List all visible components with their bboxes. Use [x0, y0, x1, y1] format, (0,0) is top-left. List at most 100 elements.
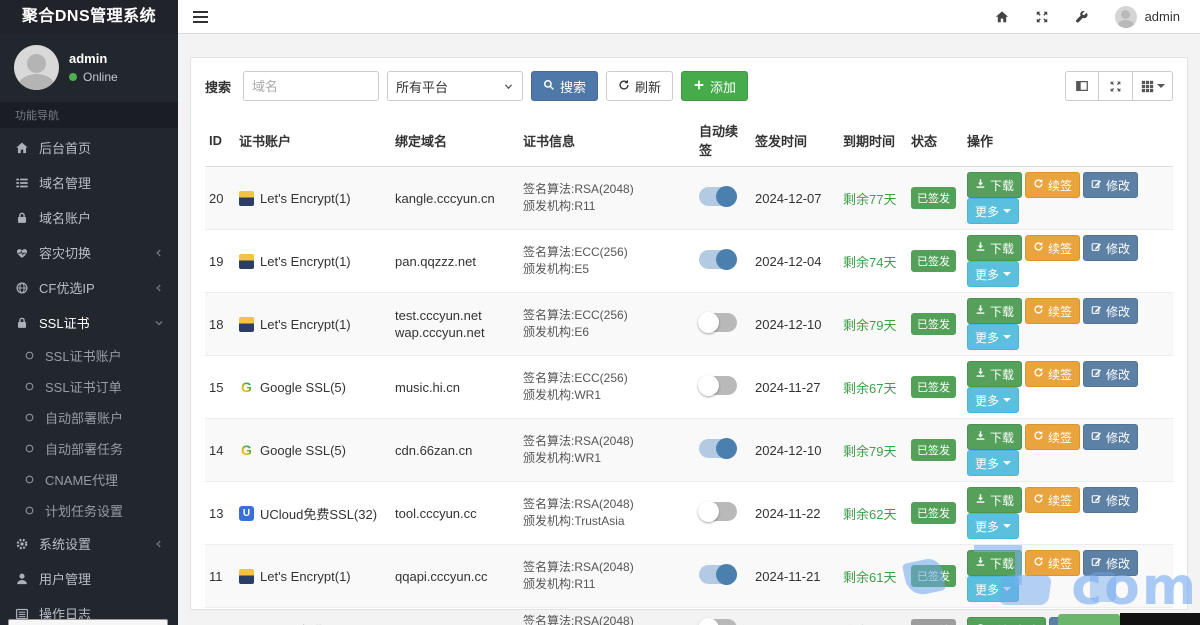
download-action-button[interactable]: 下载 [967, 172, 1023, 198]
edit-action-button[interactable]: 修改 [1083, 550, 1139, 576]
auto-renew-toggle[interactable] [698, 618, 737, 625]
edit-action-label: 修改 [1106, 367, 1131, 382]
status-badge: 已签发 [911, 565, 956, 587]
sidebar-subitem-自动部署任务[interactable]: 自动部署任务 [0, 433, 178, 464]
sidebar-subitem-label: 计划任务设置 [45, 504, 124, 519]
download-action-button[interactable]: 下载 [967, 235, 1023, 261]
wrench-icon[interactable] [1075, 10, 1089, 24]
auto-renew-toggle[interactable] [698, 312, 737, 333]
home-icon[interactable] [995, 10, 1009, 24]
download-action-label: 下载 [990, 178, 1015, 193]
cert-issuer: 颁发机构:TrustAsia [523, 514, 625, 528]
sidebar-item-label: 域名管理 [39, 176, 92, 191]
sidebar-subitem-SSL证书账户[interactable]: SSL证书账户 [0, 340, 178, 371]
table-fullscreen-button[interactable] [1099, 71, 1133, 101]
cell-domains: cdn.66zan.cn [391, 418, 519, 482]
edit-action-button[interactable]: 修改 [1083, 298, 1139, 324]
more-action-button[interactable]: 更多 [967, 198, 1020, 224]
sidebar-item-label: 系统设置 [39, 537, 92, 552]
sidebar-item-域名管理[interactable]: 域名管理 [0, 165, 178, 200]
cert-issuer: 颁发机构:R11 [523, 199, 596, 213]
cell-account: G Google SSL(5) [239, 442, 387, 458]
download-icon [975, 430, 986, 444]
platform-select[interactable]: 所有平台 [387, 71, 524, 101]
columns-button[interactable] [1133, 71, 1173, 101]
auto-renew-toggle[interactable] [699, 186, 737, 207]
cell-actions: 下载 续签 修改更多 [963, 355, 1173, 419]
auto-renew-toggle[interactable] [698, 501, 737, 522]
renew-action-button[interactable]: 续签 [1025, 235, 1081, 261]
auto-renew-toggle[interactable] [699, 564, 737, 585]
download-action-button[interactable]: 下载 [967, 361, 1023, 387]
menu-toggle-icon[interactable] [193, 8, 211, 26]
sidebar-item-SSL证书[interactable]: SSL证书 [0, 305, 178, 340]
fullscreen-icon[interactable] [1035, 10, 1049, 24]
sidebar-item-label: SSL证书 [39, 316, 90, 331]
sidebar-item-域名账户[interactable]: 域名账户 [0, 200, 178, 235]
caret-down-icon [1156, 84, 1165, 88]
more-action-button[interactable]: 更多 [967, 576, 1020, 602]
cert-algo: 签名算法:RSA(2048) [523, 560, 634, 574]
renew-action-button[interactable]: 续签 [1025, 298, 1081, 324]
renew-action-button[interactable]: 续签 [1025, 550, 1081, 576]
circle-o-icon [23, 473, 45, 486]
reapply-action-button[interactable]: 重新申请 [967, 617, 1047, 625]
google-icon: G [239, 379, 254, 395]
topbar-user-menu[interactable]: admin [1114, 5, 1180, 28]
table-header-row: ID 证书账户 绑定域名 证书信息 自动续签 签发时间 到期时间 状态 操作 [205, 114, 1173, 167]
sidebar-subitem-自动部署账户[interactable]: 自动部署账户 [0, 402, 178, 433]
renew-action-button[interactable]: 续签 [1025, 424, 1081, 450]
table-row: 19 Let's Encrypt(1) pan.qqzzz.net 签名算法:ECC(… [205, 229, 1173, 293]
renew-action-button[interactable]: 续签 [1025, 172, 1081, 198]
sidebar-item-CF优选IP[interactable]: CF优选IP [0, 270, 178, 305]
column-header-证书账户: 证书账户 [235, 114, 391, 167]
auto-renew-toggle[interactable] [699, 249, 737, 270]
more-action-button[interactable]: 更多 [967, 513, 1020, 539]
sidebar-item-系统设置[interactable]: 系统设置 [0, 526, 178, 561]
renew-action-button[interactable]: 续签 [1025, 487, 1081, 513]
edit-action-button[interactable]: 修改 [1083, 424, 1139, 450]
auto-renew-toggle[interactable] [698, 375, 737, 396]
sidebar-subitem-CNAME代理[interactable]: CNAME代理 [0, 464, 178, 495]
sidebar-item-用户管理[interactable]: 用户管理 [0, 561, 178, 596]
refresh-button[interactable]: 刷新 [606, 71, 674, 101]
cell-id: 20 [205, 166, 235, 230]
more-action-button[interactable]: 更多 [967, 387, 1020, 413]
cert-issuer: 颁发机构:E5 [523, 262, 590, 276]
download-action-button[interactable]: 下载 [967, 298, 1023, 324]
gears-icon [15, 537, 39, 551]
more-action-button[interactable]: 更多 [967, 261, 1020, 287]
download-action-button[interactable]: 下载 [967, 487, 1023, 513]
table-row: 15 G Google SSL(5) music.hi.cn 签名算法:ECC(256)… [205, 355, 1173, 419]
column-header-状态: 状态 [907, 114, 963, 167]
download-action-button[interactable]: 下载 [967, 424, 1023, 450]
cell-cert-info: 签名算法:RSA(2048) 颁发机构:WR1 [519, 418, 695, 482]
sidebar-item-后台首页[interactable]: 后台首页 [0, 130, 178, 165]
auto-renew-toggle[interactable] [699, 438, 737, 459]
search-input[interactable] [243, 71, 380, 101]
renew-icon [1033, 367, 1044, 381]
sidebar-item-容灾切换[interactable]: 容灾切换 [0, 235, 178, 270]
edit-action-button[interactable]: 修改 [1083, 235, 1139, 261]
edit-action-button[interactable]: 修改 [1083, 487, 1139, 513]
download-action-button[interactable]: 下载 [967, 550, 1023, 576]
more-action-button[interactable]: 更多 [967, 450, 1020, 476]
edit-icon [1091, 430, 1102, 444]
sidebar-subitem-SSL证书订单[interactable]: SSL证书订单 [0, 371, 178, 402]
add-button[interactable]: 添加 [681, 71, 749, 101]
cell-id: 13 [205, 481, 235, 545]
user-status-label: Online [83, 70, 118, 84]
more-action-label: 更多 [975, 267, 1000, 282]
edit-action-button[interactable]: 修改 [1083, 361, 1139, 387]
more-action-label: 更多 [975, 582, 1000, 597]
account-label: Let's Encrypt(1) [260, 253, 351, 269]
download-icon [975, 493, 986, 507]
search-button[interactable]: 搜索 [531, 71, 599, 101]
edit-action-button[interactable]: 修改 [1083, 172, 1139, 198]
account-label: 阿里云免费SSL(16) [260, 621, 373, 625]
circle-o-icon [23, 504, 45, 517]
renew-action-button[interactable]: 续签 [1025, 361, 1081, 387]
sidebar-subitem-计划任务设置[interactable]: 计划任务设置 [0, 495, 178, 526]
toggle-panel-button[interactable] [1065, 71, 1099, 101]
more-action-button[interactable]: 更多 [967, 324, 1020, 350]
